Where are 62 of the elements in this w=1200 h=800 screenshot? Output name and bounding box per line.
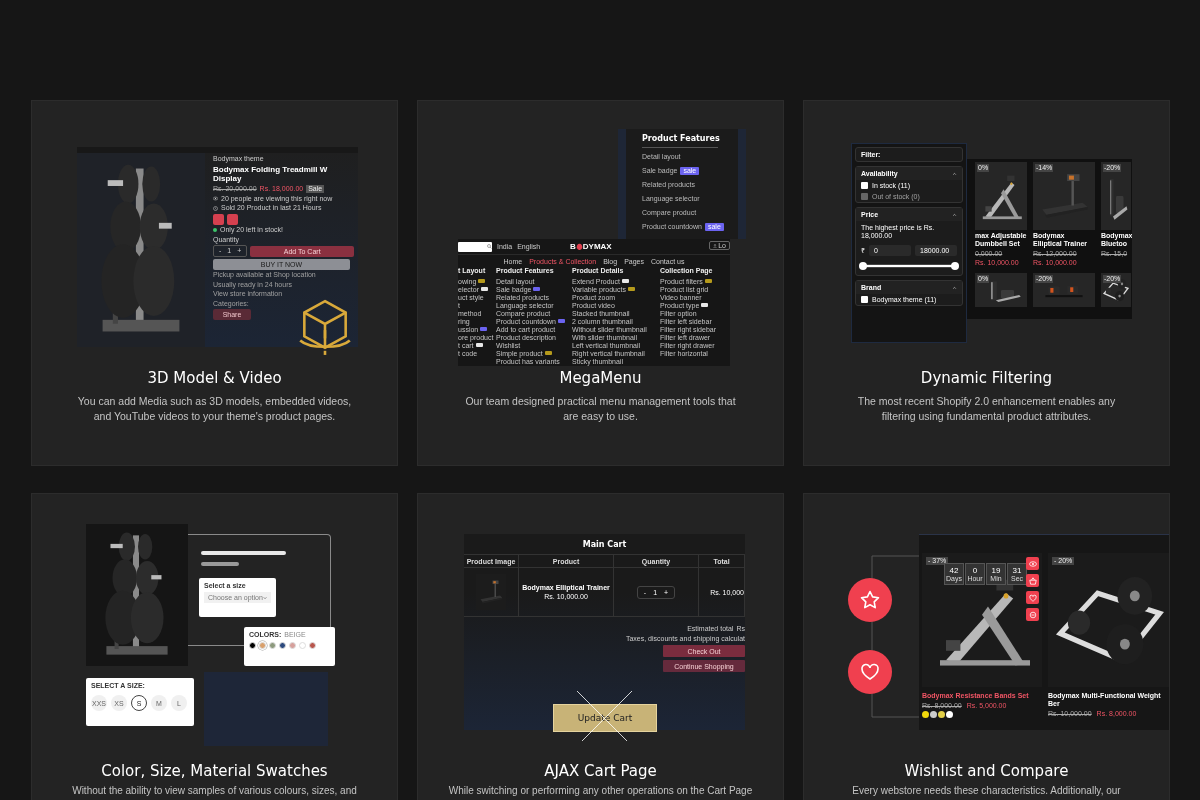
feature-description: Our team designed practical menu management tools that are easy to use. (464, 394, 737, 424)
clock-icon (213, 205, 218, 211)
cart-title: Main Cart (464, 534, 745, 555)
wishlist-circle-button[interactable] (848, 650, 892, 694)
color-swatch[interactable] (289, 642, 296, 649)
countdown-value: 19 (991, 565, 1001, 575)
feature-title: Dynamic Filtering (920, 368, 1053, 388)
feature-description: Every webstore needs these characteristics. Additionally, our (851, 784, 1122, 798)
color-swatch[interactable] (269, 642, 276, 649)
color-swatch[interactable] (259, 642, 266, 649)
search-icon (487, 244, 492, 249)
checkbox[interactable] (861, 296, 868, 303)
slider-handle[interactable] (951, 262, 959, 270)
feature-title: AJAX Cart Page (544, 761, 657, 781)
quick-action-button[interactable] (1026, 557, 1039, 570)
color-swatch[interactable] (922, 711, 929, 718)
menu-heading: Product Features (642, 134, 718, 148)
feature-title: 3D Model & Video (147, 368, 282, 388)
compare-button[interactable] (227, 213, 238, 225)
search-field[interactable] (458, 241, 492, 252)
color-swatch[interactable] (946, 711, 953, 718)
eye-icon (1028, 559, 1037, 568)
eye-icon (213, 196, 218, 201)
user-icon (713, 243, 718, 248)
countdown-value: 0 (972, 565, 978, 575)
price-slider-track[interactable] (859, 264, 959, 268)
quick-action-button[interactable] (1026, 608, 1039, 621)
color-swatch[interactable] (299, 642, 306, 649)
wishlist-button[interactable] (213, 213, 224, 225)
stock-dot-icon (213, 228, 217, 232)
feature-description: Without the ability to view samples of various colours, sizes, and (71, 784, 358, 798)
compare-icon (1028, 610, 1037, 619)
heart-icon (1028, 593, 1037, 602)
product-title: Bodymax Folding Treadmill W (213, 164, 329, 174)
feature-description: The most recent Shopify 2.0 enhancement enables any filtering using fundamental product attributes. (856, 394, 1117, 424)
feature-title: Color, Size, Material Swatches (101, 761, 328, 781)
product-title: Display (213, 174, 243, 184)
slider-handle[interactable] (859, 262, 867, 270)
feature-description: You can add Media such as 3D models, embedded videos, and YouTube videos to your theme's product pages. (76, 394, 353, 424)
checkbox[interactable] (861, 182, 868, 189)
feature-title: Wishlist and Compare (904, 761, 1069, 781)
cross-mark-icon (577, 691, 633, 741)
placeholder-bar (201, 562, 239, 566)
color-swatch[interactable] (279, 642, 286, 649)
logo-text: B (570, 242, 576, 251)
basket-icon (1028, 576, 1037, 585)
caret-icon (262, 595, 267, 600)
star-icon (860, 590, 880, 610)
quick-action-button[interactable] (1026, 591, 1039, 604)
color-swatch[interactable] (309, 642, 316, 649)
feature-description: While switching or performing any other operations on the Cart Page (447, 784, 754, 798)
color-swatch[interactable] (930, 711, 937, 718)
quick-action-button[interactable] (1026, 574, 1039, 587)
logo-text: DYMAX (582, 242, 612, 251)
heart-icon (860, 662, 880, 682)
countdown-value: 31 (1012, 565, 1022, 575)
logo-icon (575, 242, 583, 251)
color-swatch[interactable] (249, 642, 256, 649)
feature-title: MegaMenu (559, 368, 642, 388)
countdown-value: 42 (949, 565, 959, 575)
wishlist-circle-button[interactable] (848, 578, 892, 622)
color-swatch[interactable] (938, 711, 945, 718)
